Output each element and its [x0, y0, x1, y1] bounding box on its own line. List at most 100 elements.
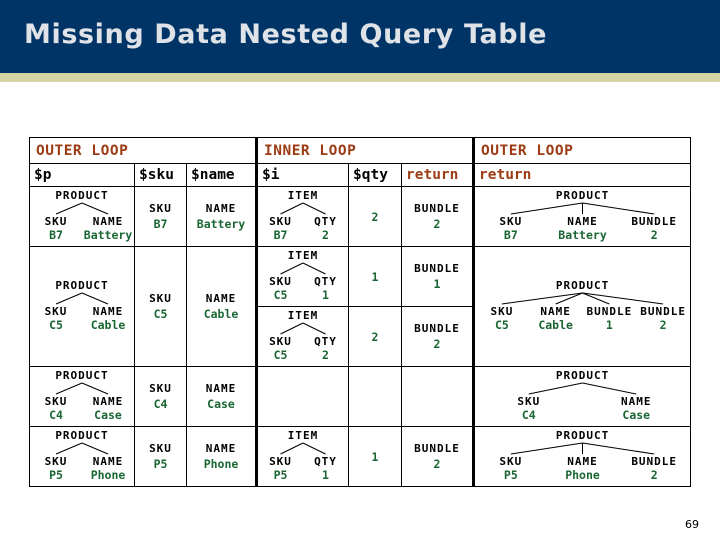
group-header-row: OUTER LOOP INNER LOOP OUTER LOOP	[29, 137, 692, 164]
tree-child: QTY 2	[303, 335, 348, 362]
table-row: PRODUCT SKU C5 NAME Cable SKU C5 NAME Ca…	[29, 246, 692, 367]
tree-child-value: B7	[273, 228, 288, 242]
tree-child: NAME Case	[583, 395, 691, 422]
tree-children: SKU C4 NAME Case	[475, 395, 690, 422]
tree-child: NAME Phone	[547, 455, 619, 482]
tree-edges	[258, 442, 348, 455]
cell-inner-return	[400, 366, 475, 427]
column-header-var-sku: $sku	[134, 163, 187, 187]
tree-child-value: Case	[94, 408, 122, 422]
tree-child-value: C4	[49, 408, 63, 422]
field-label: BUNDLE	[414, 321, 460, 335]
tree-child: SKU P5	[258, 455, 303, 482]
cell-sku: SKU P5	[134, 426, 187, 487]
tree-child: BUNDLE 1	[583, 305, 637, 332]
tree-child-value: C5	[273, 288, 288, 302]
field-label: NAME	[205, 441, 237, 455]
cell-outer-return: PRODUCT SKU B7 NAME Battery BUNDLE 2	[472, 186, 692, 247]
tree-child: NAME Phone	[82, 455, 134, 482]
tree-child-value: Battery	[83, 228, 133, 242]
tree-child-name: SKU	[517, 395, 541, 408]
tree-child-value: P5	[503, 468, 518, 482]
cell-name: NAME Phone	[186, 426, 257, 487]
tree-child: NAME Battery	[547, 215, 619, 242]
tree-node: PRODUCT SKU B7 NAME Battery BUNDLE 2	[475, 187, 690, 246]
cell-name: NAME Cable	[186, 246, 257, 367]
tree-children: SKU C5 QTY 1	[258, 275, 348, 302]
tree-child-value: Phone	[90, 468, 126, 482]
tree-child-name: SKU	[499, 215, 523, 228]
group-header-2: OUTER LOOP	[472, 137, 692, 164]
tree-children: SKU C4 NAME Case	[30, 395, 134, 422]
tree-root-label: PRODUCT	[55, 279, 109, 292]
tree-child-name: SKU	[44, 395, 68, 408]
tree-child: NAME Cable	[82, 305, 134, 332]
cell-p: PRODUCT SKU C4 NAME Case	[29, 366, 135, 427]
tree-edges	[258, 262, 348, 275]
tree-child-name: SKU	[269, 335, 292, 348]
table-row: PRODUCT SKU B7 NAME Battery SKU B7 NAME …	[29, 186, 692, 247]
tree-child-name: SKU	[44, 305, 68, 318]
tree-child-name: NAME	[567, 455, 598, 468]
tree-children: SKU C5 QTY 2	[258, 335, 348, 362]
tree-child: QTY 2	[303, 215, 348, 242]
tree-root-label: ITEM	[287, 189, 319, 202]
tree-child-name: SKU	[269, 455, 292, 468]
group-header-1: INNER LOOP	[254, 137, 475, 164]
tree-node: ITEM SKU C5 QTY 1	[258, 247, 348, 306]
tree-child-value: 2	[659, 318, 667, 332]
cell-name: NAME Battery	[186, 186, 257, 247]
tree-child-name: NAME	[92, 395, 124, 408]
field-label: NAME	[205, 291, 237, 305]
sku-field: SKU B7	[135, 197, 186, 237]
tree-children: SKU C5 NAME Cable BUNDLE 1 BUNDLE 2	[475, 305, 690, 332]
tree-child-name: SKU	[44, 215, 68, 228]
tree-child-name: NAME	[567, 215, 598, 228]
cell-sku: SKU C4	[134, 366, 187, 427]
tree-children: SKU P5 NAME Phone	[30, 455, 134, 482]
tree-edges	[30, 442, 134, 455]
tree-child-name: NAME	[92, 305, 124, 318]
field-label: BUNDLE	[414, 261, 460, 275]
tree-child: SKU B7	[30, 215, 82, 242]
tree-node: PRODUCT SKU C5 NAME Cable	[30, 277, 134, 336]
inner-return-field: BUNDLE 2	[402, 197, 472, 237]
tree-node: PRODUCT SKU B7 NAME Battery	[30, 187, 134, 246]
cell-p: PRODUCT SKU C5 NAME Cable	[29, 246, 135, 367]
tree-child-name: BUNDLE	[586, 305, 633, 318]
tree-edges	[258, 322, 348, 335]
tree-child: QTY 1	[303, 275, 348, 302]
sku-field: SKU P5	[135, 437, 186, 477]
tree-child: SKU C5	[258, 335, 303, 362]
tree-child-value: P5	[49, 468, 63, 482]
nested-query-table-container: OUTER LOOP INNER LOOP OUTER LOOP $p $sku $nam…	[29, 137, 692, 487]
cell-qty: 2	[348, 306, 402, 367]
tree-child-value: 2	[650, 468, 658, 482]
name-field: NAME Phone	[187, 437, 255, 477]
group-header-0: OUTER LOOP	[29, 137, 257, 164]
tree-child-value: Phone	[565, 468, 600, 482]
tree-child-value: C5	[49, 318, 63, 332]
tree-child-name: NAME	[92, 215, 124, 228]
tree-child-name: SKU	[44, 455, 68, 468]
field-value: C5	[153, 306, 168, 321]
tree-children: SKU C5 NAME Cable	[30, 305, 134, 332]
tree-child: BUNDLE 2	[618, 455, 690, 482]
tree-child-value: Cable	[90, 318, 126, 332]
tree-child: QTY 1	[303, 455, 348, 482]
tree-edges	[475, 442, 690, 455]
tree-node: ITEM SKU B7 QTY 2	[258, 187, 348, 246]
field-label: NAME	[205, 381, 237, 395]
cell-inner-return: BUNDLE 2	[400, 306, 475, 367]
tree-child: SKU C4	[30, 395, 82, 422]
tree-node: PRODUCT SKU C4 NAME Case	[475, 367, 690, 426]
tree-root-label: PRODUCT	[555, 429, 610, 442]
field-value: Battery	[196, 216, 246, 231]
tree-child-name: BUNDLE	[631, 455, 678, 468]
tree-edges	[258, 202, 348, 215]
tree-child-name: SKU	[499, 455, 523, 468]
tree-child-name: NAME	[540, 305, 571, 318]
tree-edges	[475, 292, 690, 305]
cell-qty: 1	[348, 426, 402, 487]
sku-field: SKU C4	[135, 377, 186, 417]
